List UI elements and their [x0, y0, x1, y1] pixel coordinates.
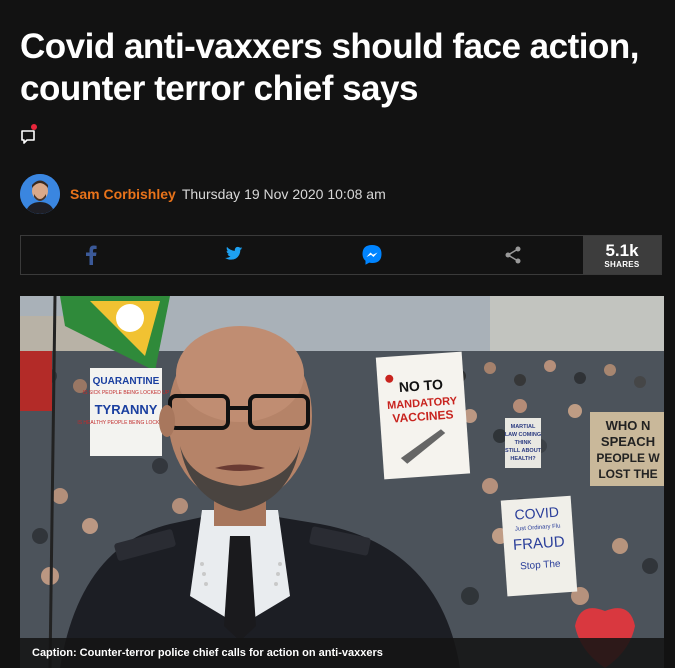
comment-icon: [21, 130, 35, 144]
share-count-number: 5.1k: [605, 240, 639, 260]
generic-share-button[interactable]: [443, 236, 584, 274]
author-avatar[interactable]: [20, 174, 60, 214]
sign-martial-1: MARTIAL: [511, 424, 536, 430]
sign-who-2: SPEACH: [601, 434, 655, 449]
sign-tyranny: TYRANNY: [95, 402, 158, 417]
publish-date: Thursday 19 Nov 2020 10:08 am: [181, 186, 386, 202]
sign-martial-3: THINK: [515, 440, 532, 446]
sign-who-4: LOST THE: [598, 467, 657, 481]
article-image: QUARANTINE IS SICK PEOPLE BEING LOCKED U…: [20, 296, 664, 668]
sign-quarantine: QUARANTINE: [93, 376, 160, 387]
article-headline: Covid anti-vaxxers should face action, c…: [20, 27, 639, 108]
author-name[interactable]: Sam Corbishley: [70, 186, 176, 202]
twitter-icon: [224, 246, 243, 260]
image-caption-bar: Caption: Counter-terror police chief cal…: [20, 638, 664, 668]
share-icon: [505, 246, 521, 264]
sign-martial-4: STILL ABOUT: [505, 448, 542, 454]
twitter-share-button[interactable]: [162, 236, 303, 274]
notification-dot: [31, 124, 37, 130]
byline: Sam Corbishley Thursday 19 Nov 2020 10:0…: [20, 173, 386, 215]
facebook-icon: [86, 245, 97, 265]
image-caption: Caption: Counter-terror police chief cal…: [32, 647, 383, 659]
comments-button[interactable]: [20, 124, 42, 146]
sign-who-3: PEOPLE W: [596, 451, 660, 465]
sign-martial-2: LAW COMING: [505, 432, 541, 438]
share-count: 5.1k SHARES: [583, 236, 661, 274]
share-bar: 5.1k SHARES: [20, 235, 662, 275]
sign-quarantine-small: IS SICK PEOPLE BEING LOCKED UP: [83, 390, 170, 396]
sign-martial-5: HEALTH?: [510, 456, 536, 462]
messenger-share-button[interactable]: [302, 236, 443, 274]
share-count-label: SHARES: [604, 259, 640, 269]
sign-no-to: NO TO: [398, 376, 443, 395]
messenger-icon: [362, 245, 382, 265]
sign-who-1: WHO N: [606, 418, 651, 433]
facebook-share-button[interactable]: [21, 236, 162, 274]
sign-covid: COVID: [514, 504, 559, 523]
sign-fraud: FRAUD: [512, 533, 565, 554]
